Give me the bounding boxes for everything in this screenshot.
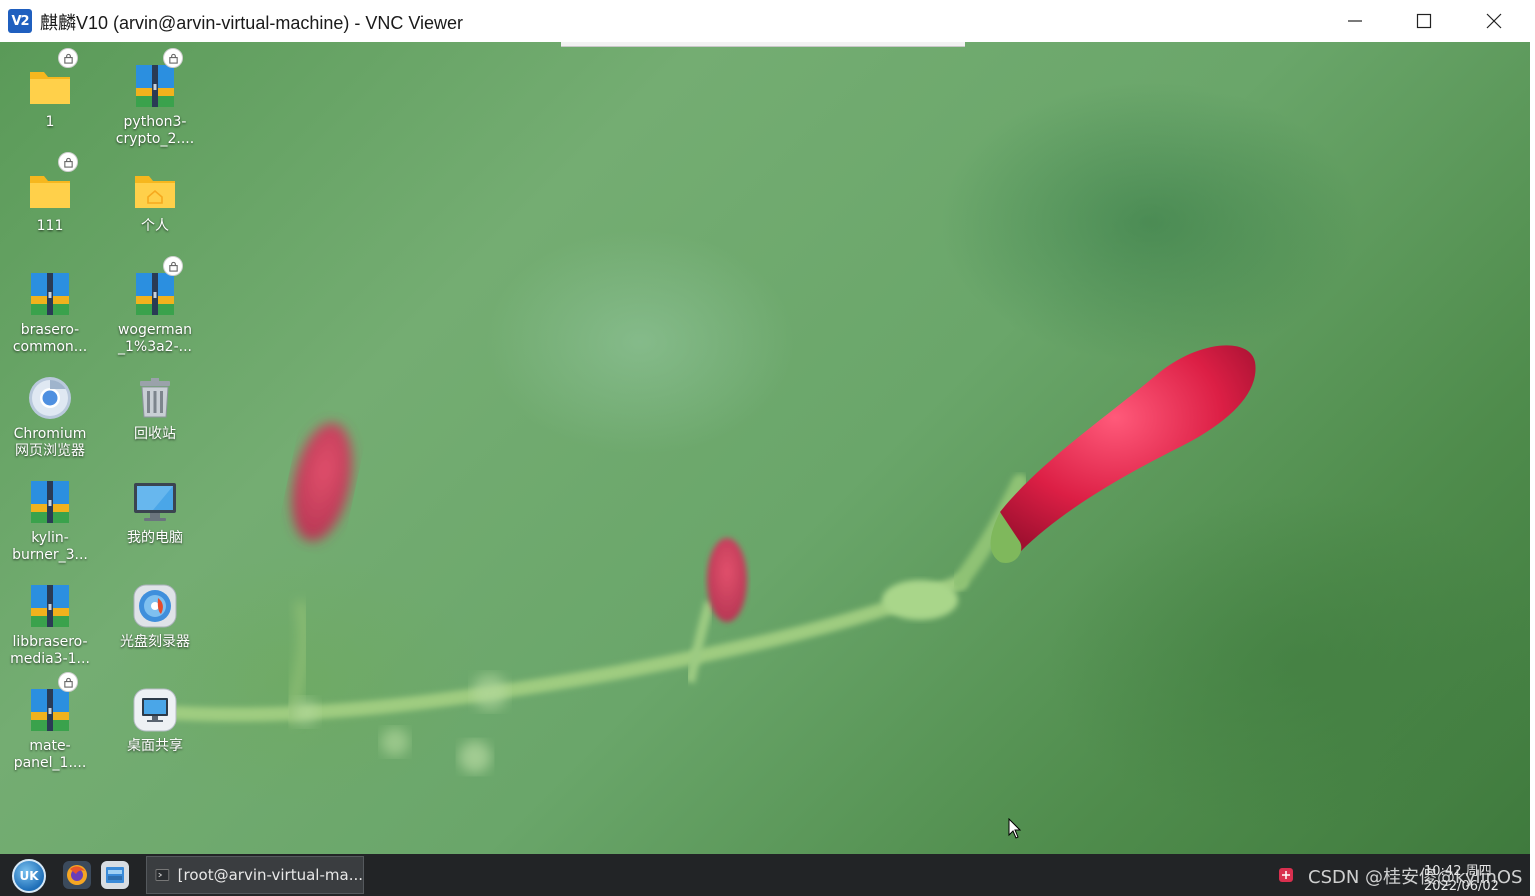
desktop-icon-chromium[interactable]: Chromium 网页浏览器 <box>0 374 100 460</box>
vnc-viewer-app-icon: V2 <box>8 9 32 33</box>
terminal-icon <box>155 869 170 881</box>
desktop-icon-label: 111 <box>36 218 64 234</box>
clock-date[interactable]: 2022/06/02 <box>1424 879 1499 894</box>
remote-desktop[interactable]: 1 python3- crypto_2.... 111 个人 brasero- … <box>0 42 1530 854</box>
folder-icon <box>30 72 70 104</box>
desktop-icon-label: libbrasero- media3-1... <box>10 634 90 667</box>
mouse-cursor-icon <box>1008 818 1022 839</box>
desktop-icon-folder-1[interactable]: 1 <box>0 48 100 131</box>
maximize-icon <box>1416 13 1432 29</box>
firefox-icon <box>63 861 91 889</box>
desktop-icon-label: 我的电脑 <box>127 530 183 546</box>
desktop-icon-python3-crypto[interactable]: python3- crypto_2.... <box>105 48 205 148</box>
desktop-icon-brasero-common[interactable]: brasero- common... <box>0 270 100 356</box>
desktop-icon-label: 1 <box>45 114 55 130</box>
desktop-icon-label: 光盘刻录器 <box>120 634 190 650</box>
disc-burner-icon <box>133 584 177 628</box>
desktop-icon-label: kylin- burner_3... <box>12 530 88 563</box>
taskbar-file-manager-button[interactable] <box>99 859 131 891</box>
taskbar-task-label: [root@arvin-virtual-ma... <box>177 866 363 884</box>
desktop-icon-folder-111[interactable]: 111 <box>0 152 100 235</box>
lock-badge-icon <box>163 256 183 276</box>
desktop-icon-label: 回收站 <box>134 426 176 442</box>
lock-badge-icon <box>58 48 78 68</box>
close-button[interactable] <box>1459 0 1529 42</box>
minimize-icon <box>1348 20 1362 22</box>
desktop-icon-home[interactable]: 个人 <box>105 166 205 235</box>
package-icon <box>31 585 69 627</box>
close-icon <box>1486 13 1502 29</box>
window-right-border <box>1530 42 1535 896</box>
minimize-button[interactable] <box>1320 0 1390 42</box>
taskbar: UK [root@arvin-virtual-ma... CSDN @桂安傻@k… <box>0 854 1530 896</box>
start-menu-logo: UK <box>19 869 39 883</box>
lock-badge-icon <box>58 152 78 172</box>
folder-icon <box>30 176 70 208</box>
desktop-icon-label: python3- crypto_2.... <box>115 114 195 147</box>
clock-time[interactable]: 10:42 周四 <box>1424 860 1492 879</box>
window-titlebar[interactable]: V2 麒麟V10 (arvin@arvin-virtual-machine) -… <box>0 0 1535 42</box>
file-manager-icon <box>101 861 129 889</box>
tray-notification-icon[interactable] <box>1278 867 1294 883</box>
package-icon <box>136 65 174 107</box>
taskbar-terminal-task[interactable]: [root@arvin-virtual-ma... <box>146 856 364 894</box>
taskbar-firefox-button[interactable] <box>61 859 93 891</box>
desktop-icon-disc-burner[interactable]: 光盘刻录器 <box>105 582 205 651</box>
package-icon <box>31 689 69 731</box>
window-title: 麒麟V10 (arvin@arvin-virtual-machine) - VN… <box>40 13 464 33</box>
package-icon <box>136 273 174 315</box>
desktop-icon-wogerman[interactable]: wogerman _1%3a2-... <box>105 256 205 356</box>
desktop-icon-mate-panel[interactable]: mate- panel_1.... <box>0 672 100 772</box>
desktop-share-icon <box>133 688 177 732</box>
desktop-icon-label: brasero- common... <box>12 322 88 355</box>
desktop-icon-label: 个人 <box>141 218 169 234</box>
desktop-icon-trash[interactable]: 回收站 <box>105 374 205 443</box>
desktop-icon-libbrasero-media[interactable]: libbrasero- media3-1... <box>0 582 100 668</box>
home-folder-icon <box>135 176 175 208</box>
lock-badge-icon <box>58 672 78 692</box>
desktop-icon-label: wogerman _1%3a2-... <box>117 322 193 355</box>
chromium-icon <box>29 377 71 419</box>
wallpaper-flower-image <box>153 345 1256 773</box>
start-menu-button[interactable]: UK <box>12 859 46 893</box>
maximize-button[interactable] <box>1389 0 1459 42</box>
desktop-icon-my-computer[interactable]: 我的电脑 <box>105 478 205 547</box>
package-icon <box>31 481 69 523</box>
desktop-icon-kylin-burner[interactable]: kylin- burner_3... <box>0 478 100 564</box>
desktop-icon-label: mate- panel_1.... <box>13 738 87 771</box>
computer-icon <box>134 483 176 521</box>
desktop-icon-label: Chromium 网页浏览器 <box>13 426 87 459</box>
vnc-toolbar-strip[interactable] <box>561 42 965 47</box>
desktop-icon-desktop-share[interactable]: 桌面共享 <box>105 686 205 755</box>
desktop-icon-label: 桌面共享 <box>127 738 183 754</box>
trash-icon <box>140 378 170 418</box>
package-icon <box>31 273 69 315</box>
lock-badge-icon <box>163 48 183 68</box>
